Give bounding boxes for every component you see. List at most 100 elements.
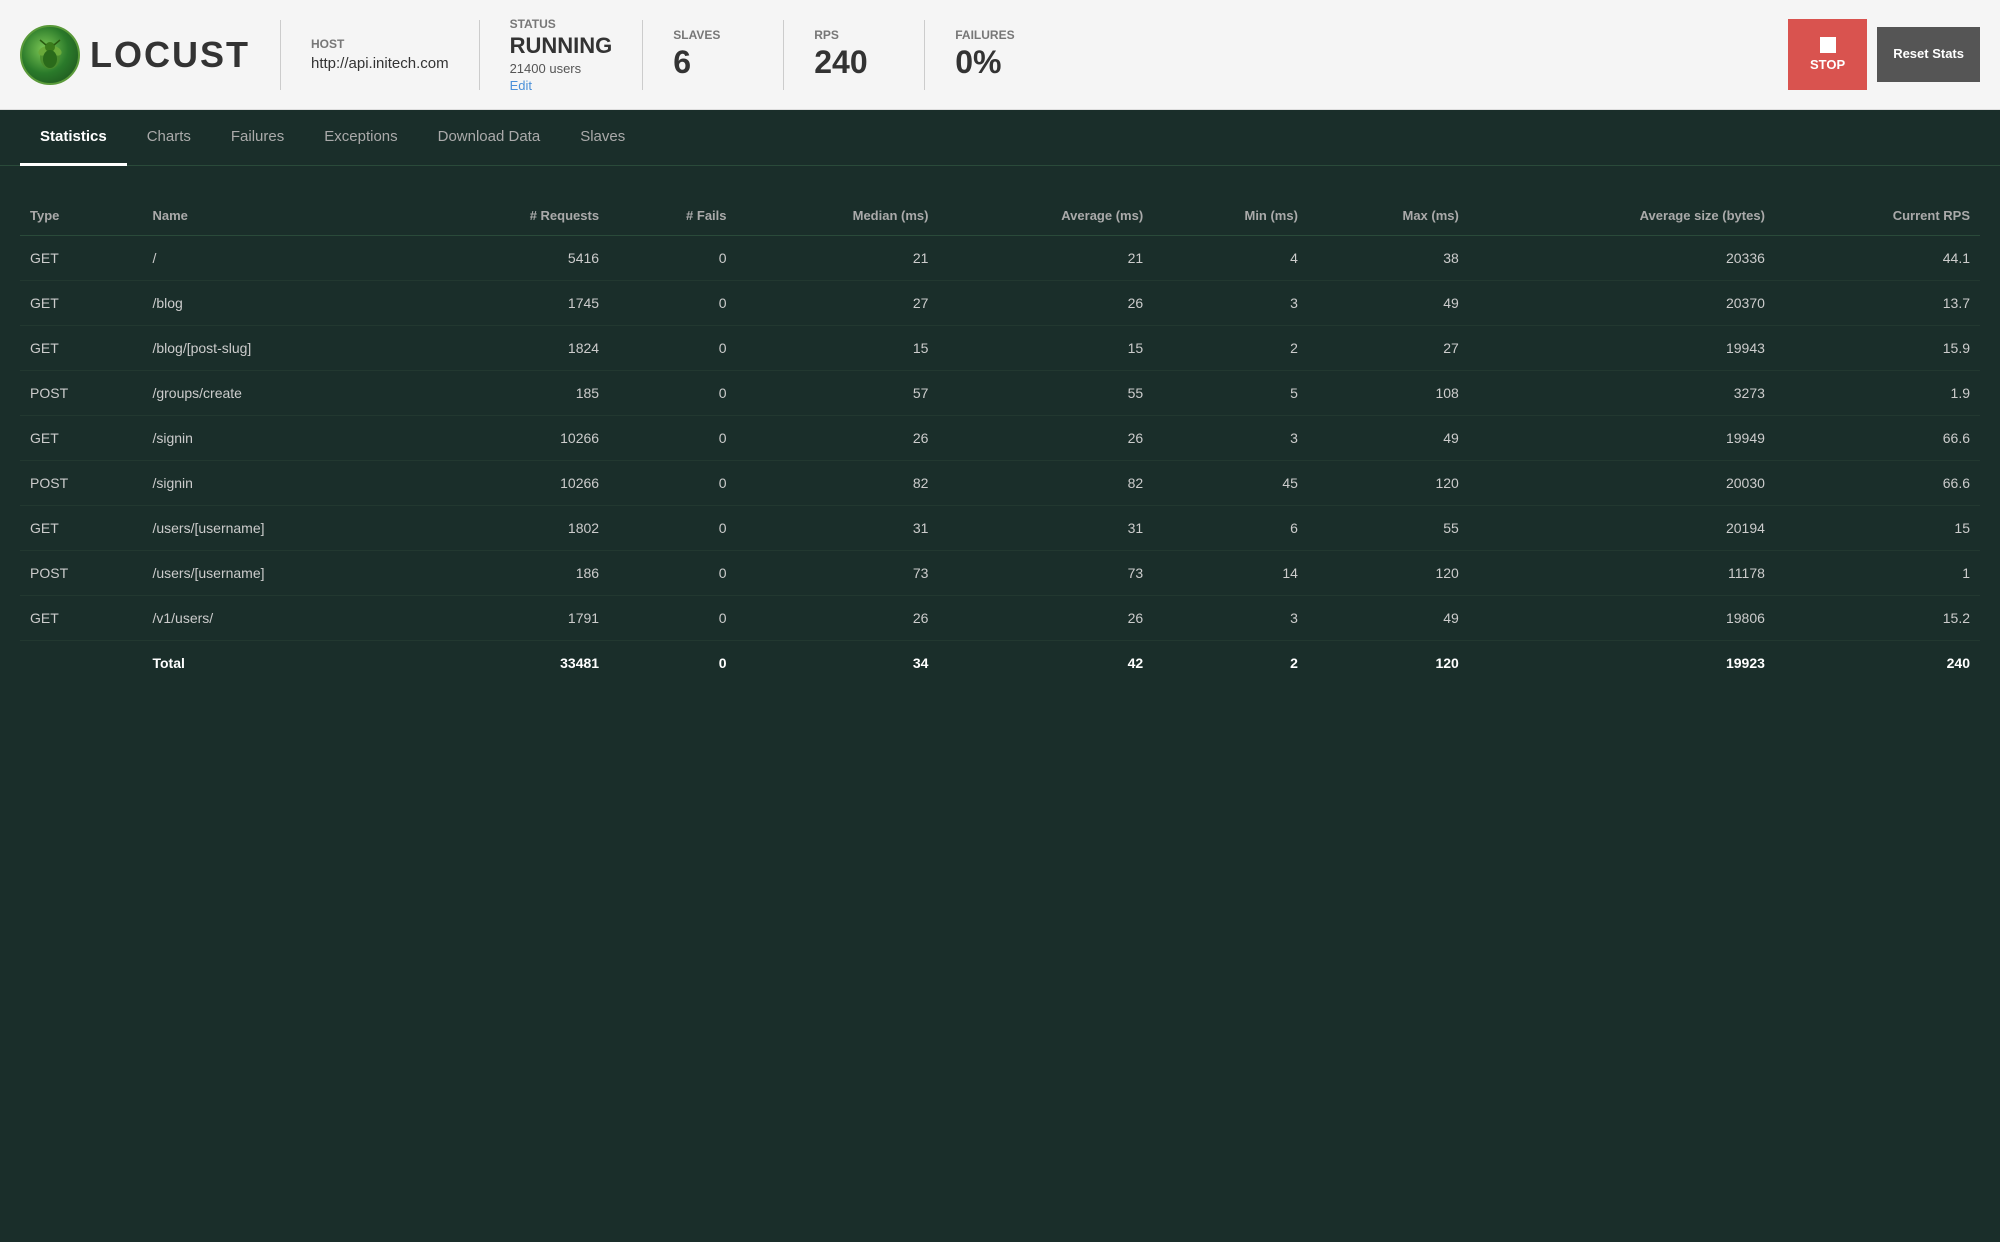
cell-average: 82 <box>938 461 1153 506</box>
table-row: POST /groups/create 185 0 57 55 5 108 32… <box>20 371 1980 416</box>
cell-median: 73 <box>737 551 939 596</box>
total-rps-cell: 240 <box>1775 641 1980 686</box>
cell-fails: 0 <box>609 551 736 596</box>
cell-max: 120 <box>1308 461 1469 506</box>
cell-max: 49 <box>1308 596 1469 641</box>
edit-link[interactable]: Edit <box>510 78 613 93</box>
statistics-table-container: Type Name # Requests # Fails Median (ms)… <box>0 166 2000 705</box>
cell-fails: 0 <box>609 416 736 461</box>
host-value: http://api.initech.com <box>311 55 449 72</box>
table-row: GET /signin 10266 0 26 26 3 49 19949 66.… <box>20 416 1980 461</box>
cell-max: 27 <box>1308 326 1469 371</box>
cell-min: 3 <box>1153 416 1308 461</box>
cell-fails: 0 <box>609 461 736 506</box>
table-row: GET /blog/[post-slug] 1824 0 15 15 2 27 … <box>20 326 1980 371</box>
rps-value: 240 <box>814 44 894 81</box>
total-avg-size-cell: 19923 <box>1469 641 1775 686</box>
slaves-label: SLAVES <box>673 28 753 42</box>
failures-section: FAILURES 0% <box>955 28 1035 81</box>
cell-median: 31 <box>737 506 939 551</box>
col-fails: # Fails <box>609 196 736 236</box>
total-type-cell <box>20 641 142 686</box>
cell-fails: 0 <box>609 236 736 281</box>
cell-type: POST <box>20 461 142 506</box>
cell-min: 14 <box>1153 551 1308 596</box>
cell-median: 82 <box>737 461 939 506</box>
cell-requests: 186 <box>421 551 609 596</box>
cell-avg-size: 20194 <box>1469 506 1775 551</box>
cell-name: /blog <box>142 281 420 326</box>
tab-charts[interactable]: Charts <box>127 110 211 166</box>
col-average: Average (ms) <box>938 196 1153 236</box>
cell-max: 108 <box>1308 371 1469 416</box>
cell-average: 73 <box>938 551 1153 596</box>
cell-requests: 1745 <box>421 281 609 326</box>
cell-average: 15 <box>938 326 1153 371</box>
cell-average: 55 <box>938 371 1153 416</box>
tab-failures[interactable]: Failures <box>211 110 304 166</box>
slaves-value: 6 <box>673 44 753 81</box>
cell-median: 57 <box>737 371 939 416</box>
stop-button[interactable]: STOP <box>1788 19 1867 90</box>
stop-icon <box>1820 37 1836 53</box>
cell-rps: 15.9 <box>1775 326 1980 371</box>
cell-average: 26 <box>938 416 1153 461</box>
nav-tabs: Statistics Charts Failures Exceptions Do… <box>0 110 2000 166</box>
cell-fails: 0 <box>609 281 736 326</box>
cell-avg-size: 3273 <box>1469 371 1775 416</box>
cell-rps: 15.2 <box>1775 596 1980 641</box>
cell-min: 45 <box>1153 461 1308 506</box>
header-divider-3 <box>642 20 643 90</box>
header-divider-2 <box>479 20 480 90</box>
total-min-cell: 2 <box>1153 641 1308 686</box>
cell-fails: 0 <box>609 371 736 416</box>
cell-min: 6 <box>1153 506 1308 551</box>
tab-download-data[interactable]: Download Data <box>418 110 561 166</box>
cell-requests: 1791 <box>421 596 609 641</box>
cell-requests: 5416 <box>421 236 609 281</box>
cell-average: 31 <box>938 506 1153 551</box>
header-divider-5 <box>924 20 925 90</box>
cell-requests: 1824 <box>421 326 609 371</box>
cell-requests: 10266 <box>421 461 609 506</box>
cell-rps: 66.6 <box>1775 416 1980 461</box>
cell-requests: 1802 <box>421 506 609 551</box>
statistics-table: Type Name # Requests # Fails Median (ms)… <box>20 196 1980 685</box>
host-label: HOST <box>311 37 449 51</box>
table-row: POST /signin 10266 0 82 82 45 120 20030 … <box>20 461 1980 506</box>
cell-requests: 185 <box>421 371 609 416</box>
col-avg-size: Average size (bytes) <box>1469 196 1775 236</box>
cell-avg-size: 20030 <box>1469 461 1775 506</box>
cell-median: 21 <box>737 236 939 281</box>
total-requests-cell: 33481 <box>421 641 609 686</box>
cell-avg-size: 19806 <box>1469 596 1775 641</box>
cell-max: 120 <box>1308 551 1469 596</box>
col-max: Max (ms) <box>1308 196 1469 236</box>
cell-name: /v1/users/ <box>142 596 420 641</box>
locust-logo-icon <box>20 25 80 85</box>
cell-average: 21 <box>938 236 1153 281</box>
header-divider-4 <box>783 20 784 90</box>
cell-name: /blog/[post-slug] <box>142 326 420 371</box>
cell-median: 26 <box>737 416 939 461</box>
cell-name: /users/[username] <box>142 551 420 596</box>
total-fails-cell: 0 <box>609 641 736 686</box>
cell-max: 38 <box>1308 236 1469 281</box>
tab-statistics[interactable]: Statistics <box>20 110 127 166</box>
cell-name: /users/[username] <box>142 506 420 551</box>
cell-max: 49 <box>1308 416 1469 461</box>
cell-max: 55 <box>1308 506 1469 551</box>
cell-name: / <box>142 236 420 281</box>
cell-type: GET <box>20 506 142 551</box>
cell-fails: 0 <box>609 596 736 641</box>
failures-label: FAILURES <box>955 28 1035 42</box>
tab-exceptions[interactable]: Exceptions <box>304 110 417 166</box>
status-label: STATUS <box>510 17 613 31</box>
table-header-row: Type Name # Requests # Fails Median (ms)… <box>20 196 1980 236</box>
total-max-cell: 120 <box>1308 641 1469 686</box>
tab-slaves[interactable]: Slaves <box>560 110 645 166</box>
failures-value: 0% <box>955 44 1035 81</box>
cell-type: GET <box>20 236 142 281</box>
header-actions: STOP Reset Stats <box>1788 19 1980 90</box>
reset-stats-button[interactable]: Reset Stats <box>1877 27 1980 81</box>
